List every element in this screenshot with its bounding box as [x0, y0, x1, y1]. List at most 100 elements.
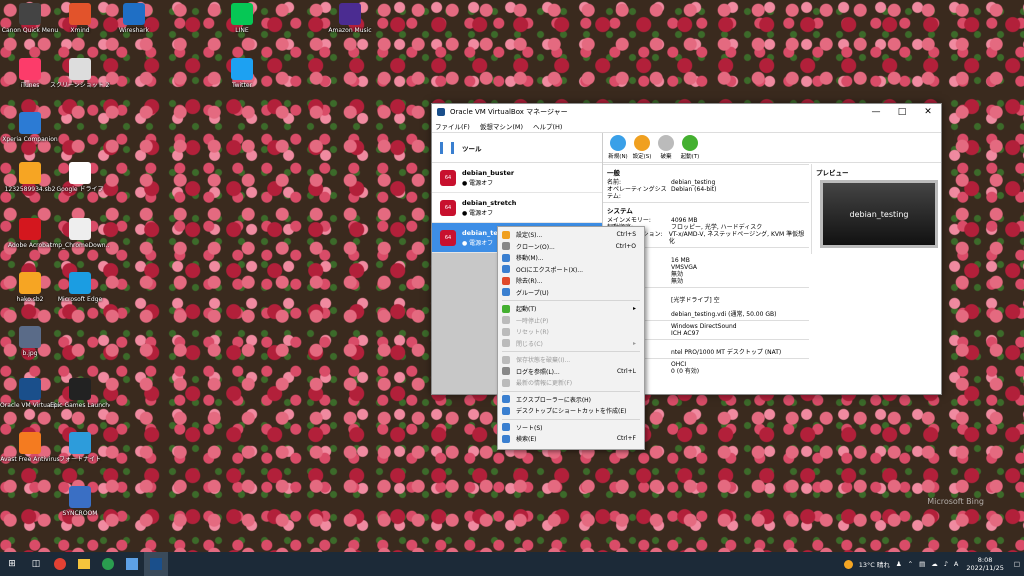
context-menu-sort-item[interactable]: ソート(S) — [498, 422, 644, 434]
context-menu-shortcut-item[interactable]: デスクトップにショートカットを作成(E) — [498, 405, 644, 417]
desktop-icon-wireshark[interactable]: Wireshark — [104, 3, 164, 34]
detail-value: [光学ドライブ] 空 — [671, 297, 720, 304]
detail-key: 名前: — [607, 179, 622, 186]
file-explorer-icon[interactable] — [72, 552, 96, 576]
context-menu-log-item[interactable]: ログを参照(L)... Ctrl+L — [498, 366, 644, 378]
clock[interactable]: 8:08 2022/11/25 — [966, 556, 1003, 572]
cloud-icon[interactable]: ☁ — [931, 560, 938, 568]
twitter-icon — [231, 58, 253, 80]
toolbar-start-button[interactable]: 起動(T) — [679, 135, 701, 160]
minimize-button[interactable]: — — [863, 107, 889, 117]
start-icon — [502, 304, 510, 313]
detail-value: 無効 — [671, 278, 684, 285]
edge-icon — [69, 272, 91, 294]
desktop-icon-twitter[interactable]: Twitter — [212, 58, 272, 89]
desktop-icon-xmind[interactable]: Xmind — [50, 3, 110, 34]
context-menu-remove-item[interactable]: 除去(R)... — [498, 275, 644, 287]
vm-name: debian_buster — [462, 168, 515, 177]
virtualbox-icon — [437, 108, 445, 116]
start-icon — [682, 135, 698, 151]
detail-row: オペレーティングシステム: Debian (64-bit) — [607, 186, 805, 200]
avast-icon — [19, 432, 41, 454]
line-icon — [231, 3, 253, 25]
desktop-icon-item[interactable]: フォートナイト — [50, 432, 110, 463]
desktop-icon-2021-10-10-1[interactable]: スクリーンショット 2021-10-10 1... — [50, 58, 110, 89]
canon-icon — [19, 3, 41, 25]
group-icon — [502, 288, 510, 297]
tray-chevron-icon[interactable]: ⌃ — [908, 560, 913, 568]
ime-indicator[interactable]: A — [954, 560, 958, 568]
context-menu-group-item[interactable]: グループ(U) — [498, 287, 644, 299]
detail-value: debian_testing — [671, 179, 716, 186]
menu-file[interactable]: ファイル(F) — [435, 121, 470, 131]
itunes-icon — [19, 58, 41, 80]
system-header[interactable]: システム — [607, 205, 805, 215]
volume-icon[interactable]: ♪ — [944, 560, 948, 568]
toolbar-label: 新規(N) — [608, 154, 628, 160]
network-icon[interactable]: ▤ — [919, 560, 925, 568]
menu-shortcut: Ctrl+O — [615, 242, 636, 250]
virtualbox-taskbar-icon[interactable] — [144, 552, 168, 576]
close-button[interactable]: ✕ — [915, 107, 941, 117]
vm-item-debian-stretch[interactable]: 64 debian_stretch ● 電源オフ — [432, 193, 602, 223]
task-view-icon[interactable]: ◫ — [24, 552, 48, 576]
toolbar-settings-button[interactable]: 設定(S) — [631, 135, 653, 160]
toolbar-new-button[interactable]: 新規(N) — [607, 135, 629, 160]
context-menu-move-item[interactable]: 移動(M)... — [498, 252, 644, 264]
app-icon[interactable] — [120, 552, 144, 576]
weather-icon[interactable] — [843, 559, 853, 569]
detail-value: debian_testing.vdi (通常, 50.00 GB) — [671, 311, 777, 318]
desktop-icon-tmp-chromedown[interactable]: tmp_ChromeDown... — [50, 218, 110, 249]
shortcut-icon — [502, 406, 510, 415]
context-menu-export-item[interactable]: OCIにエクスポート(X)... — [498, 264, 644, 276]
desktop-icon-google[interactable]: Google ドライブ — [50, 162, 110, 193]
bing-watermark: Microsoft Bing — [927, 497, 984, 506]
menu-machine[interactable]: 仮想マシン(M) — [480, 121, 523, 131]
detail-value: OHCI — [671, 361, 687, 368]
scratch-file-icon — [19, 162, 41, 184]
explorer-icon — [502, 395, 510, 404]
general-header[interactable]: 一般 — [607, 167, 805, 177]
weather-text[interactable]: 13°C 晴れ — [859, 559, 890, 569]
menu-item-label: エクスプローラーに表示(H) — [516, 396, 592, 404]
desktop-icon-line[interactable]: LINE — [212, 3, 272, 34]
tools-item[interactable]: ツール — [432, 133, 602, 163]
vm-item-debian-buster[interactable]: 64 debian_buster ● 電源オフ — [432, 163, 602, 193]
menu-item-label: リセット(R) — [516, 329, 549, 337]
desktop-icon-b-jpg[interactable]: b.jpg — [0, 326, 60, 357]
chrome-icon-2[interactable] — [96, 552, 120, 576]
context-menu-explorer-item[interactable]: エクスプローラーに表示(H) — [498, 394, 644, 406]
context-menu-start-item[interactable]: 起動(T) ▸ — [498, 303, 644, 315]
title-bar[interactable]: Oracle VM VirtualBox マネージャー — □ ✕ — [432, 104, 941, 120]
context-menu-settings-item[interactable]: 設定(S)... Ctrl+S — [498, 229, 644, 241]
desktop-icon-epic-games-launcher[interactable]: Epic Games Launcher — [50, 378, 110, 409]
context-menu-close-item: 閉じる(C) ▸ — [498, 338, 644, 350]
desktop-icon-syncroom[interactable]: SYNCROOM — [50, 486, 110, 517]
context-menu-clone-item[interactable]: クローン(O)... Ctrl+O — [498, 241, 644, 253]
desktop-icon-amazon-music[interactable]: Amazon Music — [320, 3, 380, 34]
desktop-icon-label: Xmind — [70, 27, 90, 34]
context-menu-search-item[interactable]: 検索(E) Ctrl+F — [498, 433, 644, 445]
vm-state-text: 電源オフ — [469, 179, 494, 187]
xperia-icon — [19, 112, 41, 134]
epic-games-icon — [69, 378, 91, 400]
desktop-icon-xperia-companion[interactable]: Xperia Companion — [0, 112, 60, 143]
power-off-icon: ● — [462, 209, 468, 217]
desktop-icon-label: b.jpg — [22, 350, 38, 357]
debian-icon: 64 — [440, 229, 456, 246]
menu-item-label: 閉じる(C) — [516, 340, 543, 348]
toolbar-discard-button[interactable]: 破棄 — [655, 135, 677, 160]
notification-icon[interactable]: □ — [1014, 560, 1020, 568]
window-title: Oracle VM VirtualBox マネージャー — [450, 108, 568, 116]
detail-value: 16 MB — [671, 257, 690, 264]
context-menu-reset-item: リセット(R) — [498, 326, 644, 338]
preview-panel: プレビュー debian_testing — [811, 164, 941, 254]
menu-help[interactable]: ヘルプ(H) — [533, 121, 562, 131]
chrome-icon[interactable] — [48, 552, 72, 576]
people-icon[interactable]: ♟ — [896, 560, 902, 568]
google-drive-icon — [69, 162, 91, 184]
maximize-button[interactable]: □ — [889, 107, 915, 117]
start-button[interactable]: ⊞ — [0, 552, 24, 576]
desktop-icon-microsoft-edge[interactable]: Microsoft Edge — [50, 272, 110, 303]
settings-icon — [502, 230, 510, 239]
